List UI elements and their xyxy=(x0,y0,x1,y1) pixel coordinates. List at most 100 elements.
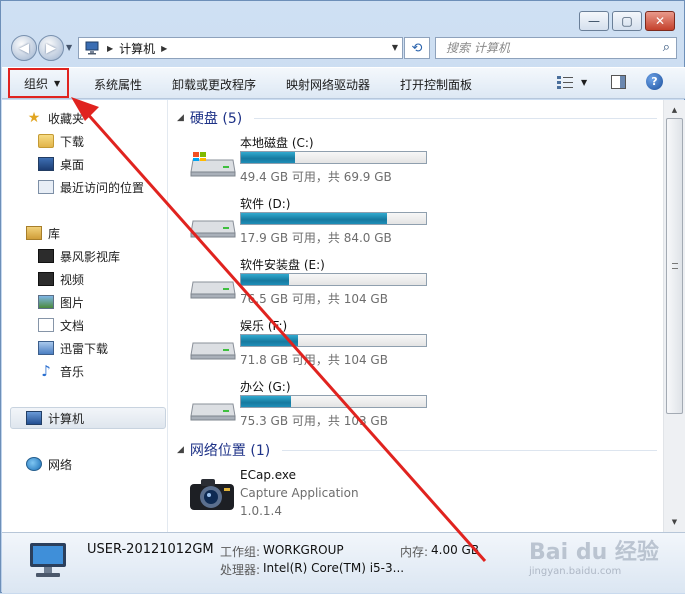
organize-button[interactable]: 组织 ▼ xyxy=(8,68,69,98)
sidebar-item-documents[interactable]: 文档 xyxy=(38,315,84,335)
app-name: ECap.exe xyxy=(240,468,297,482)
sidebar-item-thunder-download[interactable]: 迅雷下载 xyxy=(38,338,108,358)
sidebar-item-label: 桌面 xyxy=(60,157,85,172)
group-header-hard-disks[interactable]: ◢ 硬盘 (5) xyxy=(177,108,657,128)
sidebar-item-videos[interactable]: 视频 xyxy=(38,269,84,289)
map-network-drive-button[interactable]: 映射网络驱动器 xyxy=(286,76,370,93)
videos-icon xyxy=(38,272,54,286)
drive-item[interactable]: 娱乐 (F:) 71.8 GB 可用，共 104 GB xyxy=(185,317,645,375)
sidebar-item-label: 收藏夹 xyxy=(48,111,85,126)
help-icon[interactable]: ? xyxy=(646,73,663,90)
video-library-icon xyxy=(38,249,54,263)
sidebar-item-libraries[interactable]: 库 xyxy=(26,223,60,243)
breadcrumb-separator-icon[interactable]: ▶ xyxy=(161,44,167,53)
drive-name: 办公 (G:) xyxy=(240,380,291,394)
group-divider xyxy=(282,449,657,451)
sidebar-item-recent-places[interactable]: 最近访问的位置 xyxy=(38,177,144,197)
sidebar-item-favorites[interactable]: ★ 收藏夹 xyxy=(26,108,84,128)
sidebar-item-pictures[interactable]: 图片 xyxy=(38,292,84,312)
search-box[interactable]: ⌕ xyxy=(435,37,677,59)
drive-name: 本地磁盘 (C:) xyxy=(240,136,314,150)
sidebar-item-label: 图片 xyxy=(60,295,85,310)
drive-name: 软件 (D:) xyxy=(240,197,291,211)
close-icon: ✕ xyxy=(654,14,666,28)
scroll-grip-icon xyxy=(672,263,678,269)
recent-pages-dropdown[interactable]: ▼ xyxy=(66,43,72,52)
sidebar-item-label: 最近访问的位置 xyxy=(60,180,145,195)
sidebar-item-video-library[interactable]: 暴风影视库 xyxy=(38,246,120,266)
drive-item[interactable]: 软件 (D:) 17.9 GB 可用，共 84.0 GB xyxy=(185,195,645,253)
explorer-window: — ▢ ✕ ◀ ▶ ▼ ▶ 计算机 ▶ ▼ ⟲ ⌕ 系统属性 卸载或更改程序 映… xyxy=(0,0,685,593)
libraries-icon xyxy=(26,226,42,240)
computer-icon xyxy=(26,411,42,425)
hard-drive-icon xyxy=(190,403,236,421)
maximize-button[interactable]: ▢ xyxy=(612,11,642,31)
drive-item[interactable]: 软件安装盘 (E:) 76.5 GB 可用，共 104 GB xyxy=(185,256,645,314)
address-bar[interactable]: ▶ 计算机 ▶ ▼ xyxy=(78,37,403,59)
drive-free-space: 49.4 GB 可用，共 69.9 GB xyxy=(240,170,392,184)
forward-arrow-icon: ▶ xyxy=(46,40,56,56)
maximize-icon: ▢ xyxy=(621,14,633,28)
collapse-triangle-icon[interactable]: ◢ xyxy=(177,113,184,123)
star-icon: ★ xyxy=(27,110,41,126)
change-view-icon[interactable] xyxy=(557,75,573,89)
system-drive-icon xyxy=(190,152,236,177)
back-arrow-icon: ◀ xyxy=(19,40,29,56)
group-title: 硬盘 (5) xyxy=(189,111,243,127)
sidebar-item-label: 下载 xyxy=(60,134,85,149)
scrollbar-thumb[interactable] xyxy=(666,118,683,414)
sidebar-item-downloads[interactable]: 下载 xyxy=(38,131,84,151)
drive-item[interactable]: 本地磁盘 (C:) 49.4 GB 可用，共 69.9 GB xyxy=(185,134,645,192)
navigation-pane: ★ 收藏夹 下载 桌面 最近访问的位置 库 暴风影视库 视频 图片 文档 迅雷下… xyxy=(2,100,168,532)
sidebar-item-network[interactable]: 网络 xyxy=(26,454,72,474)
drive-item[interactable]: 办公 (G:) 75.3 GB 可用，共 103 GB xyxy=(185,378,645,436)
system-properties-button[interactable]: 系统属性 xyxy=(94,76,142,93)
address-dropdown-icon[interactable]: ▼ xyxy=(392,43,398,52)
open-control-panel-button[interactable]: 打开控制面板 xyxy=(400,76,472,93)
drive-usage-fill xyxy=(241,152,295,163)
drive-name: 软件安装盘 (E:) xyxy=(240,258,325,272)
workgroup-value: WORKGROUP xyxy=(263,543,344,557)
sidebar-item-label: 迅雷下载 xyxy=(60,341,109,356)
breadcrumb-separator-icon[interactable]: ▶ xyxy=(107,44,113,53)
sidebar-item-label: 视频 xyxy=(60,272,85,287)
group-divider xyxy=(254,117,657,119)
drive-usage-bar xyxy=(240,212,427,225)
collapse-triangle-icon[interactable]: ◢ xyxy=(177,445,184,455)
group-header-network-locations[interactable]: ◢ 网络位置 (1) xyxy=(177,440,657,460)
processor-label: 处理器: xyxy=(220,563,261,577)
sidebar-item-computer[interactable]: 计算机 xyxy=(26,408,84,428)
scroll-down-button[interactable]: ▼ xyxy=(666,514,683,530)
drive-free-space: 75.3 GB 可用，共 103 GB xyxy=(240,414,388,428)
group-title: 网络位置 (1) xyxy=(189,443,271,459)
drive-usage-bar xyxy=(240,395,427,408)
baidu-watermark-url: jingyan.baidu.com xyxy=(529,566,622,577)
refresh-button[interactable]: ⟲ xyxy=(404,37,430,59)
preview-pane-icon[interactable] xyxy=(611,75,626,89)
forward-button[interactable]: ▶ xyxy=(38,35,64,61)
sidebar-item-label: 库 xyxy=(48,226,61,241)
drive-usage-fill xyxy=(241,396,291,407)
sidebar-item-music[interactable]: ♪ 音乐 xyxy=(38,361,84,381)
scroll-up-button[interactable]: ▲ xyxy=(666,102,683,118)
app-version: 1.0.1.4 xyxy=(240,504,282,518)
close-button[interactable]: ✕ xyxy=(645,11,675,31)
workgroup-label: 工作组: xyxy=(220,545,261,559)
search-input[interactable] xyxy=(446,41,646,55)
sidebar-item-label: 计算机 xyxy=(48,411,85,426)
camera-app-icon xyxy=(190,479,234,510)
search-icon[interactable]: ⌕ xyxy=(663,40,670,55)
computer-large-icon xyxy=(30,543,66,577)
vertical-scrollbar[interactable]: ▲ ▼ xyxy=(663,100,685,532)
minimize-button[interactable]: — xyxy=(579,11,609,31)
app-description: Capture Application xyxy=(240,486,359,500)
network-location-item[interactable]: ECap.exe Capture Application 1.0.1.4 xyxy=(185,468,645,524)
thunder-download-icon xyxy=(38,341,54,355)
breadcrumb-computer[interactable]: 计算机 xyxy=(119,40,155,57)
drive-free-space: 17.9 GB 可用，共 84.0 GB xyxy=(240,231,392,245)
sidebar-item-desktop[interactable]: 桌面 xyxy=(38,154,84,174)
uninstall-program-button[interactable]: 卸载或更改程序 xyxy=(172,76,256,93)
back-button[interactable]: ◀ xyxy=(11,35,37,61)
sidebar-item-label: 网络 xyxy=(48,457,73,472)
view-options-dropdown[interactable]: ▼ xyxy=(581,78,587,87)
